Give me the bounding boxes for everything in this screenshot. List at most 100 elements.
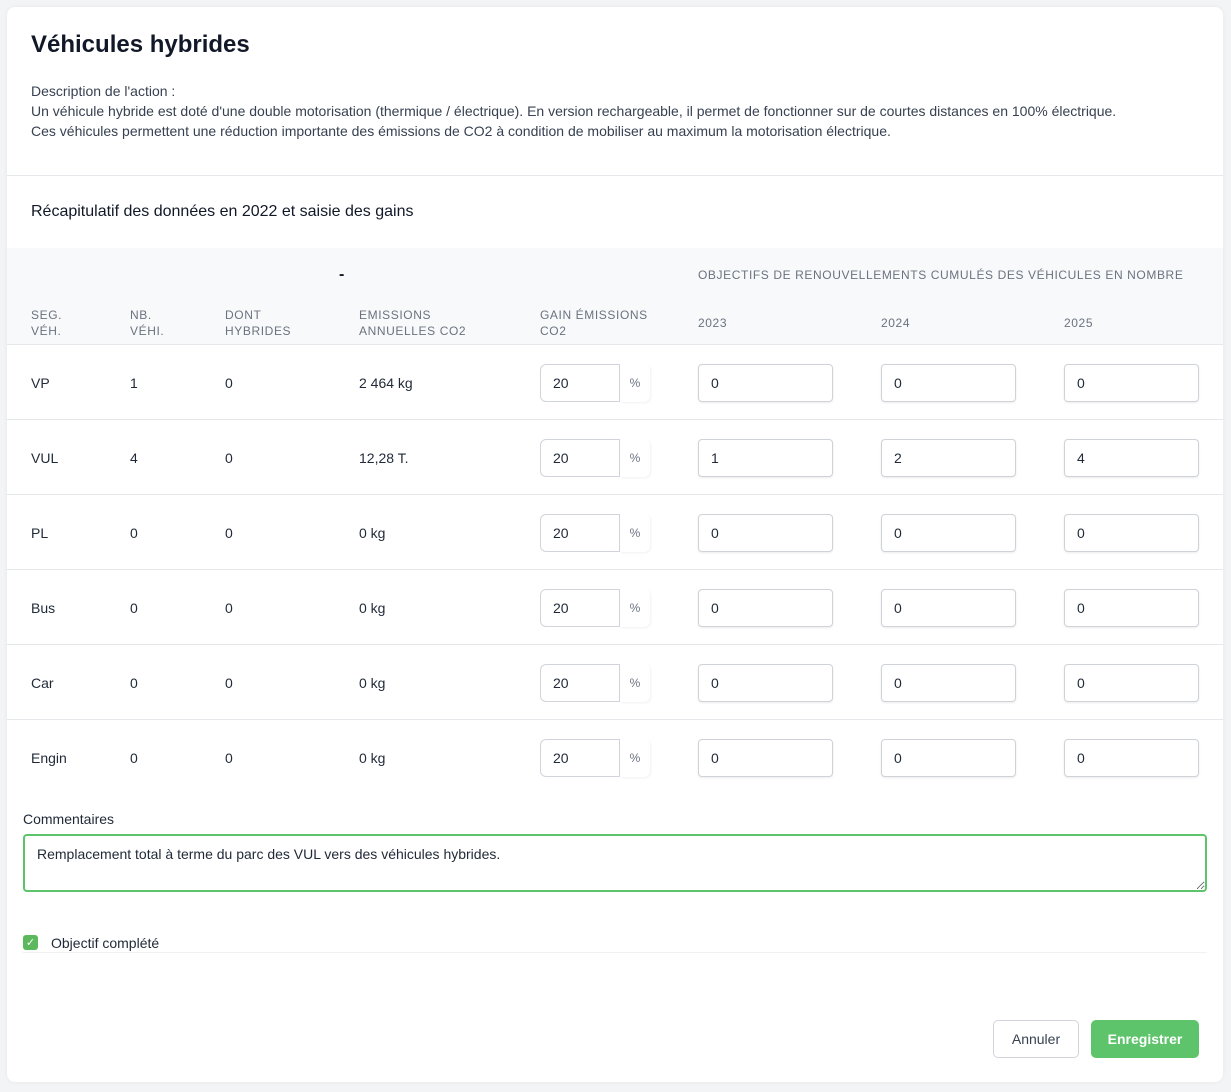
table-row: VUL 4 0 12,28 T. %: [7, 420, 1223, 495]
col-header-2023: 2023: [698, 316, 728, 330]
col-header-gain-line1: GAIN ÉMISSIONS: [540, 308, 648, 322]
objective-completed-checkbox[interactable]: ✓: [23, 935, 38, 950]
cell-segment: PL: [31, 524, 49, 541]
table-row: Bus 0 0 0 kg %: [7, 570, 1223, 645]
objective-2023-input[interactable]: [698, 589, 833, 627]
col-header-hybrids-line2: HYBRIDES: [225, 324, 292, 338]
cell-hybrids: 0: [225, 749, 233, 766]
cell-hybrids: 0: [225, 524, 233, 541]
cell-count: 4: [130, 449, 138, 466]
col-header-gain: GAIN ÉMISSIONS CO2: [540, 307, 648, 339]
objective-2024-input[interactable]: [881, 589, 1016, 627]
gain-input[interactable]: [540, 439, 620, 477]
percent-addon: %: [620, 514, 650, 552]
description-label: Description de l'action :: [31, 83, 176, 99]
comments-label: Commentaires: [23, 811, 115, 827]
objective-2025-input[interactable]: [1064, 439, 1199, 477]
col-header-emissions: EMISSIONS ANNUELLES CO2: [359, 307, 466, 339]
cell-emissions: 0 kg: [359, 599, 386, 616]
cell-hybrids: 0: [225, 674, 233, 691]
cell-emissions: 0 kg: [359, 524, 386, 541]
save-button[interactable]: Enregistrer: [1091, 1020, 1199, 1058]
objective-completed-row[interactable]: ✓ Objectif complété: [23, 933, 1207, 953]
section-subtitle: Récapitulatif des données en 2022 et sai…: [31, 203, 414, 220]
objective-2025-input[interactable]: [1064, 364, 1199, 402]
gain-input[interactable]: [540, 589, 620, 627]
gain-input-group: %: [540, 439, 650, 477]
action-description: Description de l'action : Un véhicule hy…: [31, 81, 1211, 141]
description-line-1: Un véhicule hybride est doté d'une doubl…: [31, 103, 1117, 119]
cell-segment: VP: [31, 374, 50, 391]
cell-segment: VUL: [31, 449, 59, 466]
group-header-objectives: OBJECTIFS DE RENOUVELLEMENTS CUMULÉS DES…: [698, 268, 1184, 282]
objective-2025-input[interactable]: [1064, 739, 1199, 777]
section-divider: [7, 175, 1223, 176]
gain-input-group: %: [540, 364, 650, 402]
gain-input[interactable]: [540, 739, 620, 777]
objective-2025-input[interactable]: [1064, 589, 1199, 627]
objective-2023-input[interactable]: [698, 439, 833, 477]
objective-2024-input[interactable]: [881, 514, 1016, 552]
cell-count: 1: [130, 374, 138, 391]
objective-2024-input[interactable]: [881, 439, 1016, 477]
cell-segment: Engin: [31, 749, 67, 766]
percent-addon: %: [620, 439, 650, 477]
cell-hybrids: 0: [225, 449, 233, 466]
page-title: Véhicules hybrides: [31, 31, 250, 58]
gain-input-group: %: [540, 739, 650, 777]
col-header-gain-line2: CO2: [540, 324, 567, 338]
cell-count: 0: [130, 599, 138, 616]
table-row: Car 0 0 0 kg %: [7, 645, 1223, 720]
cell-segment: Bus: [31, 599, 56, 616]
col-header-emissions-line2: ANNUELLES CO2: [359, 324, 467, 338]
percent-addon: %: [620, 739, 650, 777]
table-row: Engin 0 0 0 kg %: [7, 720, 1223, 795]
check-icon: ✓: [25, 937, 36, 949]
cell-count: 0: [130, 524, 138, 541]
col-header-count-line2: VÉHI.: [130, 324, 165, 338]
comments-textarea[interactable]: Remplacement total à terme du parc des V…: [23, 834, 1207, 892]
cell-count: 0: [130, 674, 138, 691]
col-header-count-line1: NB.: [130, 308, 152, 322]
col-header-segment: SEG. VÉH.: [31, 307, 62, 339]
objective-2023-input[interactable]: [698, 364, 833, 402]
group-header-left: -: [339, 266, 345, 283]
objective-2024-input[interactable]: [881, 664, 1016, 702]
percent-addon: %: [620, 589, 650, 627]
objective-completed-label: Objectif complété: [51, 934, 160, 951]
objective-2025-input[interactable]: [1064, 514, 1199, 552]
percent-addon: %: [620, 664, 650, 702]
table-row: PL 0 0 0 kg %: [7, 495, 1223, 570]
objective-2023-input[interactable]: [698, 514, 833, 552]
action-card: Véhicules hybrides Description de l'acti…: [7, 7, 1223, 1082]
objective-2024-input[interactable]: [881, 739, 1016, 777]
cell-count: 0: [130, 749, 138, 766]
table-row: VP 1 0 2 464 kg %: [7, 345, 1223, 420]
description-line-2: Ces véhicules permettent une réduction i…: [31, 123, 891, 139]
col-header-2025: 2025: [1064, 316, 1094, 330]
col-header-hybrids: DONT HYBRIDES: [225, 307, 291, 339]
col-header-2024: 2024: [881, 316, 911, 330]
table-header: - OBJECTIFS DE RENOUVELLEMENTS CUMULÉS D…: [7, 248, 1223, 345]
cancel-button[interactable]: Annuler: [993, 1020, 1079, 1058]
col-header-hybrids-line1: DONT: [225, 308, 262, 322]
col-header-segment-line2: VÉH.: [31, 324, 62, 338]
gain-input[interactable]: [540, 664, 620, 702]
cell-emissions: 2 464 kg: [359, 374, 413, 391]
objective-2024-input[interactable]: [881, 364, 1016, 402]
gain-input-group: %: [540, 664, 650, 702]
cell-emissions: 0 kg: [359, 749, 386, 766]
cell-emissions: 0 kg: [359, 674, 386, 691]
cell-segment: Car: [31, 674, 54, 691]
objective-2025-input[interactable]: [1064, 664, 1199, 702]
objective-2023-input[interactable]: [698, 664, 833, 702]
cell-emissions: 12,28 T.: [359, 449, 409, 466]
gain-input[interactable]: [540, 514, 620, 552]
percent-addon: %: [620, 364, 650, 402]
col-header-segment-line1: SEG.: [31, 308, 63, 322]
objective-2023-input[interactable]: [698, 739, 833, 777]
gain-input-group: %: [540, 589, 650, 627]
cell-hybrids: 0: [225, 374, 233, 391]
gain-input[interactable]: [540, 364, 620, 402]
col-header-emissions-line1: EMISSIONS: [359, 308, 432, 322]
